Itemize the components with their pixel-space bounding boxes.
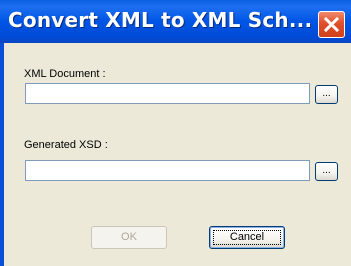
window-title: Convert XML to XML Sch... — [8, 8, 313, 32]
browse-xml-document-button[interactable]: ... — [315, 85, 338, 104]
dialog-body: XML Document : ... Generated XSD : ... O… — [4, 43, 351, 266]
close-icon — [323, 16, 340, 33]
close-button[interactable] — [318, 11, 345, 38]
title-bar[interactable]: Convert XML to XML Sch... — [0, 0, 351, 43]
ok-button[interactable]: OK — [91, 226, 167, 249]
xml-document-label: XML Document : — [24, 68, 106, 80]
cancel-button[interactable]: Cancel — [209, 226, 285, 249]
browse-generated-xsd-button[interactable]: ... — [315, 162, 338, 181]
dialog-window: Convert XML to XML Sch... XML Document :… — [0, 0, 351, 266]
focus-rectangle — [213, 230, 281, 245]
generated-xsd-input[interactable] — [25, 160, 310, 181]
xml-document-input[interactable] — [25, 83, 310, 104]
generated-xsd-label: Generated XSD : — [24, 139, 108, 151]
